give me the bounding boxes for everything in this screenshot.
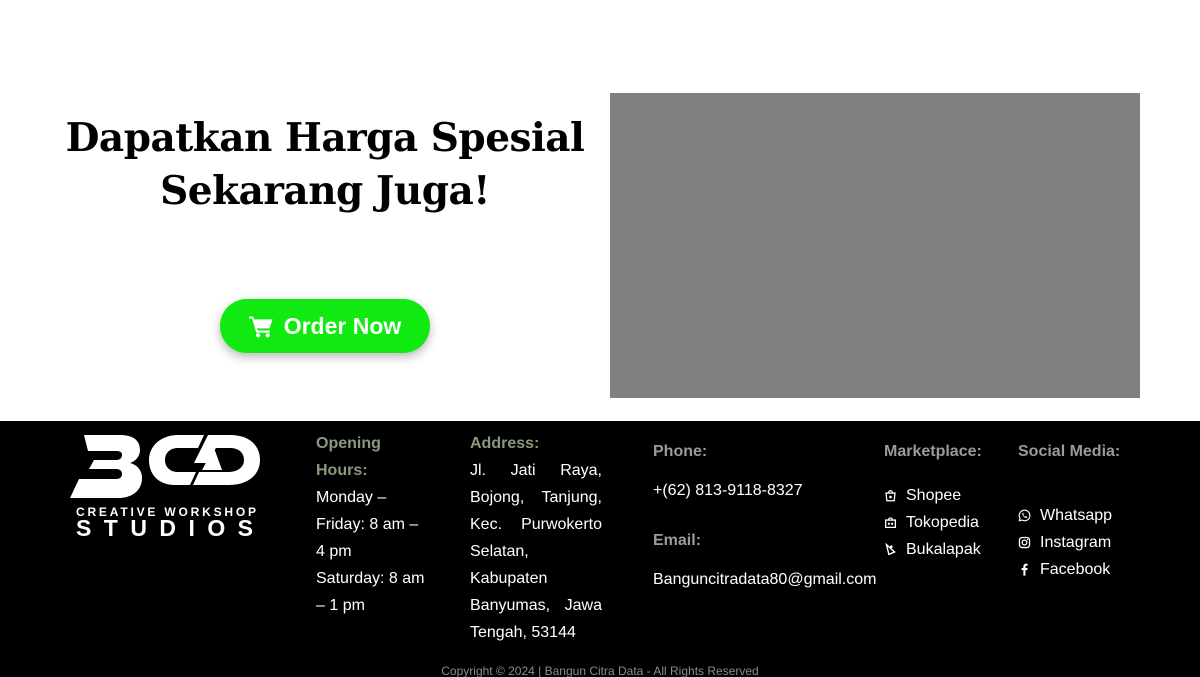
social-link-whatsapp[interactable]: Whatsapp — [1018, 502, 1138, 529]
opening-hours: Opening Hours: Monday – Friday: 8 am – 4… — [316, 430, 441, 619]
email-heading: Email: — [653, 532, 702, 549]
copyright-text: Copyright © 2024 | Bangun Citra Data - A… — [441, 664, 759, 677]
opening-hours-heading-line2: Hours: — [316, 462, 368, 479]
marketplace-label: Bukalapak — [906, 541, 981, 558]
opening-hours-heading-line1: Opening — [316, 435, 381, 452]
whatsapp-icon — [1018, 509, 1031, 522]
marketplace-label: Shopee — [906, 487, 962, 504]
hours-line: – 1 pm — [316, 597, 365, 614]
marketplace-link-tokopedia[interactable]: Tokopedia — [884, 509, 1004, 536]
cart-icon — [248, 315, 273, 337]
marketplace-block: Marketplace: Shopee Tokopedia Bukalapak — [884, 438, 1004, 563]
hours-line: Monday – — [316, 489, 387, 506]
order-now-label: Order Now — [283, 312, 402, 339]
brand-logo[interactable]: CREATIVE WORKSHOP STUDIOS — [70, 431, 262, 539]
instagram-icon — [1018, 536, 1031, 549]
social-link-instagram[interactable]: Instagram — [1018, 529, 1138, 556]
bukalapak-icon — [885, 543, 896, 556]
marketplace-link-bukalapak[interactable]: Bukalapak — [884, 536, 1004, 563]
address-block: Address: Jl. Jati Raya, Bojong, Tanjung,… — [470, 430, 602, 646]
contact-block: Phone: +(62) 813-9118-8327 Email: Bangun… — [653, 438, 893, 593]
marketplace-heading: Marketplace: — [884, 443, 982, 460]
tokopedia-icon — [884, 517, 897, 529]
email-address[interactable]: Banguncitradata80@gmail.com — [653, 566, 893, 593]
hero-section: Dapatkan Harga Spesial Sekarang Juga! Or… — [0, 0, 1200, 421]
site-footer: CREATIVE WORKSHOP STUDIOS Opening Hours:… — [0, 421, 1200, 677]
address-heading: Address: — [470, 435, 540, 452]
marketplace-label: Tokopedia — [906, 514, 979, 531]
hero-title: Dapatkan Harga Spesial Sekarang Juga! — [40, 112, 610, 218]
hero-title-line1: Dapatkan Harga Spesial — [65, 115, 585, 161]
social-media-heading: Social Media: — [1018, 443, 1121, 460]
social-media-block: Social Media: Whatsapp Instagram Faceboo… — [1018, 438, 1138, 583]
phone-heading: Phone: — [653, 443, 708, 460]
social-label: Instagram — [1040, 534, 1112, 551]
address-text: Jl. Jati Raya, Bojong, Tanjung, Kec. Pur… — [470, 462, 602, 641]
social-label: Whatsapp — [1040, 507, 1113, 524]
hours-line: Friday: 8 am – — [316, 516, 419, 533]
phone-number[interactable]: +(62) 813-9118-8327 — [653, 477, 893, 504]
hours-line: Saturday: 8 am — [316, 570, 425, 587]
shopee-icon — [885, 490, 896, 502]
social-label: Facebook — [1040, 561, 1111, 578]
facebook-icon — [1021, 563, 1028, 576]
hero-media-placeholder — [610, 93, 1140, 398]
order-now-button[interactable]: Order Now — [220, 299, 430, 353]
marketplace-link-shopee[interactable]: Shopee — [884, 482, 1004, 509]
hours-line: 4 pm — [316, 543, 352, 560]
social-link-facebook[interactable]: Facebook — [1018, 556, 1138, 583]
hero-title-line2: Sekarang Juga! — [160, 168, 490, 214]
